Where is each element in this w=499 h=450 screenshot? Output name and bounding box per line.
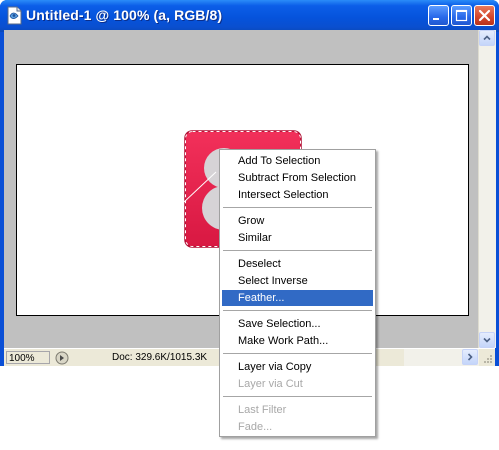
menu-item-select-inverse[interactable]: Select Inverse <box>222 273 373 289</box>
minimize-button[interactable] <box>428 5 449 26</box>
menu-item-grow[interactable]: Grow <box>222 213 373 229</box>
menu-separator <box>223 310 372 311</box>
resize-grip[interactable] <box>479 350 494 366</box>
menu-item-save-selection[interactable]: Save Selection... <box>222 316 373 332</box>
arrow-up-icon <box>483 35 491 41</box>
selection-context-menu: Add To Selection Subtract From Selection… <box>219 149 376 437</box>
scroll-right-button[interactable] <box>462 349 478 365</box>
minimize-icon <box>433 18 439 20</box>
resize-grip-icon <box>484 355 492 363</box>
document-icon <box>6 6 23 25</box>
close-button[interactable] <box>474 5 495 26</box>
scroll-up-button[interactable] <box>479 30 495 46</box>
horizontal-scrollbar[interactable] <box>404 349 479 366</box>
menu-item-deselect[interactable]: Deselect <box>222 256 373 272</box>
menu-separator <box>223 207 372 208</box>
document-size-info: Doc: 329.6K/1015.3K <box>112 352 208 363</box>
zoom-field[interactable]: 100% <box>6 351 50 364</box>
menu-item-subtract-from-selection[interactable]: Subtract From Selection <box>222 170 373 186</box>
menu-separator <box>223 396 372 397</box>
close-icon <box>478 9 491 22</box>
menu-item-similar[interactable]: Similar <box>222 230 373 246</box>
status-menu-button[interactable] <box>55 351 69 365</box>
scroll-down-button[interactable] <box>479 332 495 348</box>
arrow-right-icon <box>467 353 473 361</box>
menu-item-last-filter: Last Filter <box>238 404 287 416</box>
menu-separator <box>223 250 372 251</box>
menu-item-fade: Fade... <box>238 421 273 433</box>
menu-item-feather[interactable]: Feather... <box>222 290 373 306</box>
menu-item-make-work-path[interactable]: Make Work Path... <box>222 333 373 349</box>
menu-item-intersect-selection[interactable]: Intersect Selection <box>222 187 373 203</box>
maximize-icon <box>455 9 468 22</box>
maximize-button[interactable] <box>451 5 472 26</box>
menu-separator <box>223 353 372 354</box>
menu-item-add-to-selection[interactable]: Add To Selection <box>222 153 373 169</box>
window-title: Untitled-1 @ 100% (a, RGB/8) <box>26 7 223 23</box>
menu-item-layer-via-copy[interactable]: Layer via Copy <box>222 359 373 375</box>
arrow-down-icon <box>483 337 491 343</box>
circle-arrow-icon <box>55 351 69 365</box>
vertical-scrollbar[interactable] <box>478 30 496 348</box>
menu-item-layer-via-cut: Layer via Cut <box>238 378 303 390</box>
title-bar[interactable]: Untitled-1 @ 100% (a, RGB/8) <box>0 0 499 32</box>
